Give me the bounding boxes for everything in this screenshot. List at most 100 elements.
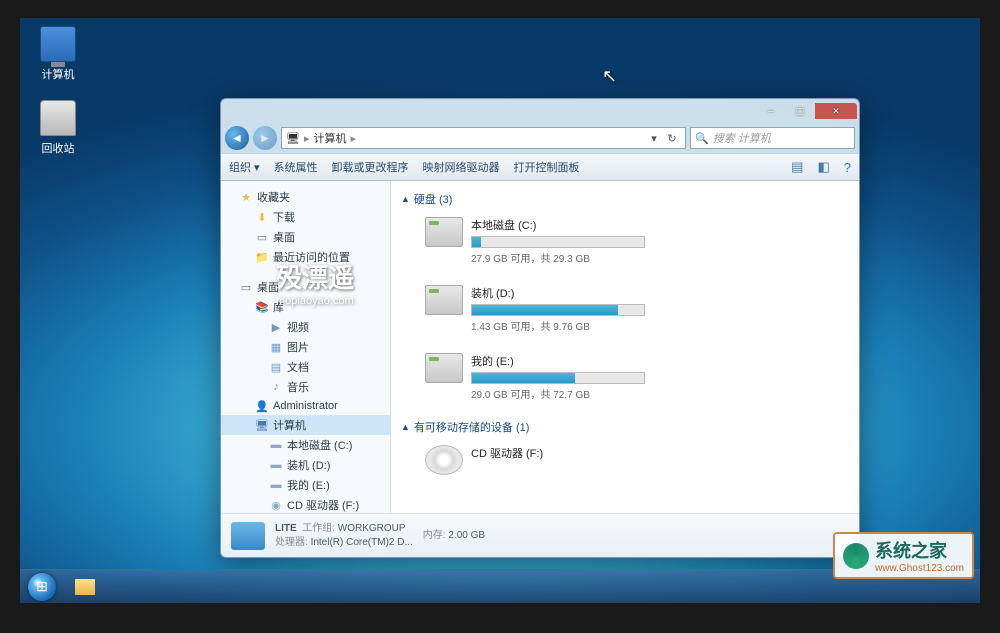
forward-button[interactable]: ► — [253, 126, 277, 150]
document-icon: ▤ — [269, 360, 283, 374]
start-button[interactable] — [20, 570, 64, 604]
breadcrumb-sep-icon: ▸ — [351, 132, 357, 145]
drive-usage-bar — [471, 372, 645, 384]
desktop-icon: ▭ — [255, 230, 269, 244]
hdd-icon — [425, 285, 463, 315]
nav-recent[interactable]: 📁最近访问的位置 — [221, 247, 390, 267]
cd-drive-icon — [425, 445, 463, 475]
explorer-icon — [75, 579, 95, 595]
nav-libraries[interactable]: 📚库 — [221, 297, 390, 317]
picture-icon: ▦ — [269, 340, 283, 354]
hdd-icon — [425, 353, 463, 383]
view-icon[interactable]: ▤ — [791, 159, 803, 175]
cpu-value: Intel(R) Core(TM)2 D... — [311, 537, 413, 548]
uninstall-button[interactable]: 卸载或更改程序 — [332, 159, 409, 175]
nav-computer[interactable]: 🖥计算机 — [221, 415, 390, 435]
search-icon: 🔍 — [695, 132, 709, 145]
drive-c[interactable]: 本地磁盘 (C:) 27.9 GB 可用，共 29.3 GB — [425, 217, 645, 265]
watermark-ghost123: 系统之家 www.Ghost123.com — [833, 532, 974, 579]
nav-drive-d[interactable]: ▬装机 (D:) — [221, 455, 390, 475]
download-icon: ⬇ — [255, 210, 269, 224]
search-input[interactable]: 🔍 搜索 计算机 — [690, 127, 855, 149]
memory-value: 2.00 GB — [448, 530, 485, 541]
nav-admin[interactable]: 👤Administrator — [221, 397, 390, 415]
cursor-icon: ↖ — [602, 66, 617, 87]
breadcrumb-sep-icon: ▸ — [304, 132, 310, 145]
address-bar[interactable]: 🖥 ▸ 计算机 ▸ ▾ ↻ — [281, 127, 686, 149]
breadcrumb-item[interactable]: 计算机 — [314, 130, 347, 146]
nav-pictures[interactable]: ▦图片 — [221, 337, 390, 357]
user-icon: 👤 — [255, 399, 269, 413]
nav-tree[interactable]: ★收藏夹 ⬇下载 ▭桌面 📁最近访问的位置 ▭桌面 📚库 ▶视频 ▦图片 ▤文档… — [221, 181, 391, 513]
explorer-window: ─ ▢ ✕ ◄ ► 🖥 ▸ 计算机 ▸ ▾ ↻ 🔍 搜索 计算机 组织 ▾ 系 — [220, 98, 860, 558]
address-dropdown-icon[interactable]: ▾ — [645, 132, 663, 145]
nav-music[interactable]: ♪音乐 — [221, 377, 390, 397]
help-icon[interactable]: ? — [844, 160, 851, 175]
minimize-button[interactable]: ─ — [757, 103, 785, 119]
maximize-button[interactable]: ▢ — [786, 103, 814, 119]
organize-menu[interactable]: 组织 ▾ — [229, 159, 260, 175]
chevron-down-icon: ▾ — [254, 161, 260, 174]
workgroup-value: WORKGROUP — [338, 523, 406, 534]
details-pane: LITE 工作组: WORKGROUP 处理器: Intel(R) Core(T… — [221, 513, 859, 557]
nav-documents[interactable]: ▤文档 — [221, 357, 390, 377]
drive-icon: ▬ — [269, 458, 283, 472]
category-hdd[interactable]: ▲ 硬盘 (3) — [401, 187, 849, 211]
desktop-icon-label: 回收站 — [28, 140, 88, 156]
nav-bar: ◄ ► 🖥 ▸ 计算机 ▸ ▾ ↻ 🔍 搜索 计算机 — [221, 123, 859, 153]
preview-pane-icon[interactable]: ◧ — [817, 159, 829, 175]
drive-usage-text: 1.43 GB 可用，共 9.76 GB — [471, 318, 645, 333]
nav-drive-f[interactable]: ◉CD 驱动器 (F:) — [221, 495, 390, 513]
drive-usage-bar — [471, 304, 645, 316]
desktop-icon-recycle[interactable]: 回收站 — [28, 100, 88, 156]
control-panel-button[interactable]: 打开控制面板 — [514, 159, 580, 175]
nav-videos[interactable]: ▶视频 — [221, 317, 390, 337]
map-drive-button[interactable]: 映射网络驱动器 — [423, 159, 500, 175]
library-icon: 📚 — [255, 300, 269, 314]
windows-orb-icon — [28, 573, 56, 601]
drive-f[interactable]: CD 驱动器 (F:) — [425, 445, 645, 475]
desktop-icon-label: 计算机 — [28, 66, 88, 82]
search-placeholder: 搜索 计算机 — [713, 130, 771, 146]
nav-desktop[interactable]: ▭桌面 — [221, 227, 390, 247]
drive-usage-bar — [471, 236, 645, 248]
desktop-icon-computer[interactable]: 计算机 — [28, 26, 88, 82]
toolbar: 组织 ▾ 系统属性 卸载或更改程序 映射网络驱动器 打开控制面板 ▤ ◧ ? — [221, 153, 859, 181]
collapse-icon: ▲ — [401, 422, 410, 432]
recent-icon: 📁 — [255, 250, 269, 264]
drive-label: 我的 (E:) — [471, 353, 645, 369]
computer-large-icon — [231, 522, 265, 550]
system-properties-button[interactable]: 系统属性 — [274, 159, 318, 175]
drive-label: 本地磁盘 (C:) — [471, 217, 645, 233]
computer-small-icon: 🖥 — [286, 132, 300, 145]
nav-favorites[interactable]: ★收藏夹 — [221, 187, 390, 207]
drive-usage-text: 29.0 GB 可用，共 72.7 GB — [471, 386, 645, 401]
video-icon: ▶ — [269, 320, 283, 334]
computer-name: LITE — [275, 523, 297, 534]
category-removable[interactable]: ▲ 有可移动存储的设备 (1) — [401, 415, 849, 439]
hdd-icon — [425, 217, 463, 247]
ghost123-logo-icon — [843, 543, 869, 569]
drive-label: CD 驱动器 (F:) — [471, 445, 645, 461]
computer-icon: 🖥 — [255, 418, 269, 432]
cd-icon: ◉ — [269, 498, 283, 512]
refresh-icon[interactable]: ↻ — [663, 132, 681, 145]
star-icon: ★ — [239, 190, 253, 204]
nav-desktop-root[interactable]: ▭桌面 — [221, 277, 390, 297]
music-icon: ♪ — [269, 380, 283, 394]
drive-icon: ▬ — [269, 438, 283, 452]
nav-downloads[interactable]: ⬇下载 — [221, 207, 390, 227]
close-button[interactable]: ✕ — [815, 103, 857, 119]
titlebar[interactable]: ─ ▢ ✕ — [221, 99, 859, 123]
content-pane: ▲ 硬盘 (3) 本地磁盘 (C:) 27.9 GB 可用，共 29.3 GB — [391, 181, 859, 513]
collapse-icon: ▲ — [401, 194, 410, 204]
drive-e[interactable]: 我的 (E:) 29.0 GB 可用，共 72.7 GB — [425, 353, 645, 401]
nav-drive-c[interactable]: ▬本地磁盘 (C:) — [221, 435, 390, 455]
recycle-icon — [40, 100, 76, 136]
desktop-icon: ▭ — [239, 280, 253, 294]
taskbar-explorer[interactable] — [66, 573, 104, 601]
back-button[interactable]: ◄ — [225, 126, 249, 150]
computer-icon — [40, 26, 76, 62]
nav-drive-e[interactable]: ▬我的 (E:) — [221, 475, 390, 495]
drive-d[interactable]: 装机 (D:) 1.43 GB 可用，共 9.76 GB — [425, 285, 645, 333]
